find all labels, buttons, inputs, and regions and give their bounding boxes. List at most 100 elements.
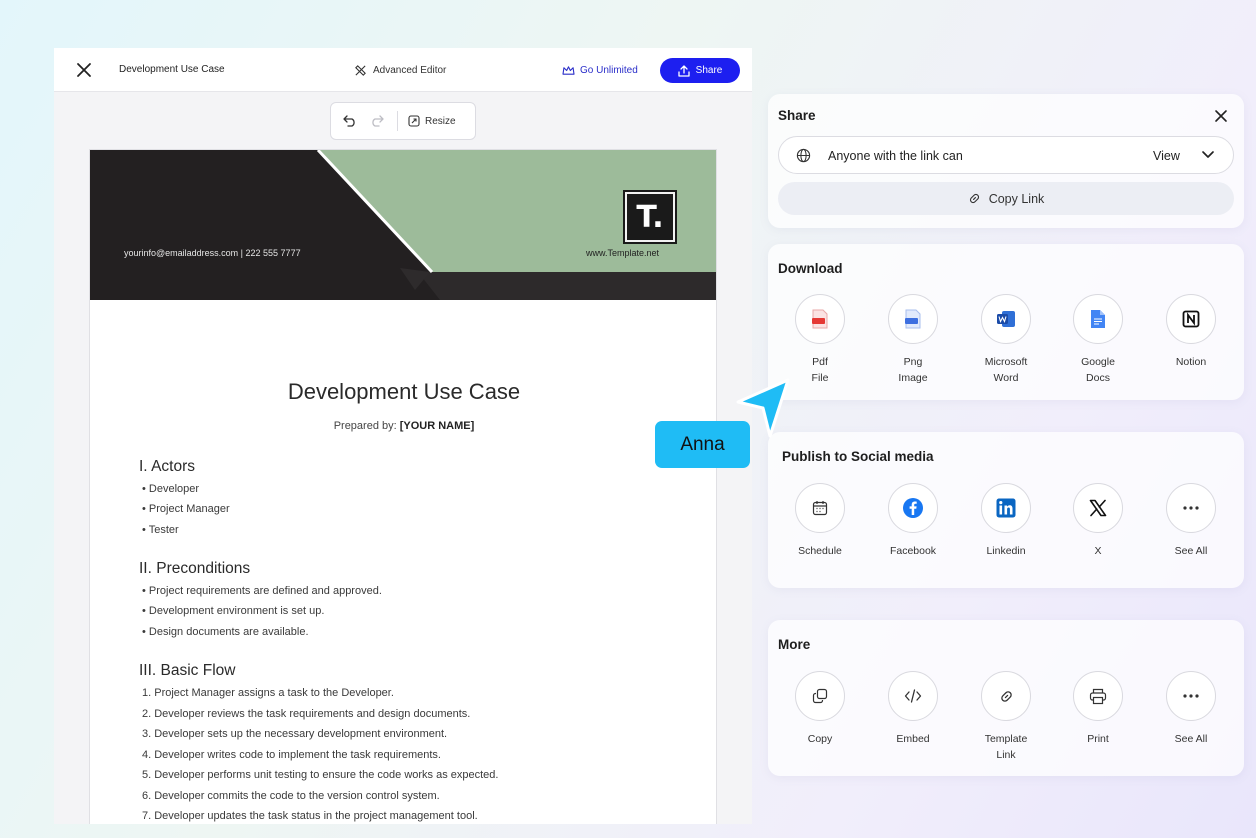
share-panel-title: Share: [778, 108, 816, 123]
print-button[interactable]: Print: [1068, 671, 1128, 747]
document-heading: Development Use Case: [287, 379, 521, 404]
option-label: Copy: [807, 733, 833, 745]
advanced-editor-button[interactable]: Advanced Editor: [354, 62, 446, 78]
list-item: 1. Project Manager assigns a task to the…: [142, 687, 394, 699]
more-panel: More Copy Embed Template Link Print See …: [768, 620, 1244, 776]
list-item: • Project Manager: [142, 503, 230, 515]
prepared-label: Prepared by:: [333, 420, 400, 432]
list-item: 7. Developer updates the task status in …: [142, 810, 478, 822]
section-title-basic-flow: III. Basic Flow: [139, 662, 236, 679]
more-panel-title: More: [778, 637, 811, 652]
copy-link-label: Copy Link: [988, 191, 1045, 206]
facebook-button[interactable]: Facebook: [883, 483, 943, 559]
link-access-value: View: [1153, 149, 1180, 163]
resize-label: Resize: [425, 115, 456, 127]
linkedin-button[interactable]: Linkedin: [976, 483, 1036, 559]
copy-button[interactable]: Copy: [790, 671, 850, 747]
download-pdf-button[interactable]: Pdf File: [790, 294, 850, 386]
option-label: See All: [1174, 733, 1208, 745]
notion-icon: [1182, 310, 1200, 328]
close-icon[interactable]: [1214, 109, 1228, 123]
option-label: Template Link: [984, 733, 1028, 761]
download-panel: Download PdfFile PngImage MicrosoftWo: [768, 244, 1244, 400]
more-icon: [1183, 506, 1199, 510]
redo-button[interactable]: [369, 103, 385, 139]
option-circle: [888, 294, 938, 344]
redo-icon: [372, 115, 384, 127]
link-icon: [969, 193, 979, 204]
option-circle: [981, 671, 1031, 721]
share-button[interactable]: Share: [660, 58, 740, 83]
option-label-line2: Word: [993, 372, 1019, 384]
template-link-button[interactable]: Template Link: [976, 671, 1036, 763]
upload-icon: [678, 64, 690, 77]
download-png-button[interactable]: Png Image: [883, 294, 943, 386]
link-icon: [1000, 690, 1012, 702]
globe-icon: [796, 148, 811, 163]
pdf-file-icon: [812, 309, 828, 329]
option-circle: [795, 294, 845, 344]
option-circle: [795, 671, 845, 721]
schedule-button[interactable]: Schedule: [790, 483, 850, 559]
document-title: Development Use Case: [119, 64, 225, 75]
printer-icon: [1089, 688, 1107, 704]
option-circle: [888, 483, 938, 533]
editor-window: Development Use Case Advanced Editor Go …: [54, 48, 752, 824]
code-icon: [904, 689, 922, 703]
option-label: Microsoft Word: [976, 354, 1036, 386]
option-label: Png Image: [883, 354, 943, 386]
option-label-line1: Google: [1081, 356, 1115, 368]
list-item: • Design documents are available.: [142, 626, 309, 638]
close-icon[interactable]: [74, 60, 94, 80]
calendar-icon: [812, 501, 828, 516]
list-item: 3. Developer sets up the necessary devel…: [142, 728, 448, 740]
list-item: 5. Developer performs unit testing to en…: [142, 769, 499, 781]
see-all-social-button[interactable]: See All: [1161, 483, 1221, 559]
option-label-line2: Image: [898, 372, 928, 384]
option-circle: [1073, 671, 1123, 721]
option-circle: [888, 671, 938, 721]
link-access-select[interactable]: Anyone with the link can View: [778, 136, 1234, 174]
copy-icon: [812, 688, 828, 704]
download-google-docs-button[interactable]: Google Docs: [1068, 294, 1128, 386]
download-panel-title: Download: [778, 261, 843, 276]
option-label: Notion: [1161, 354, 1221, 370]
see-all-more-button[interactable]: See All: [1161, 671, 1221, 747]
resize-button[interactable]: Resize: [408, 115, 456, 127]
list-item: • Tester: [142, 524, 179, 536]
more-icon: [1183, 694, 1199, 698]
x-icon: [1089, 499, 1107, 517]
undo-button[interactable]: [331, 103, 369, 139]
list-item: 2. Developer reviews the task requiremen…: [142, 708, 471, 720]
toolbar-divider: [397, 111, 398, 131]
option-label: Facebook: [889, 545, 937, 557]
document-page[interactable]: yourinfo@emailaddress.com | 222 555 7777…: [89, 149, 717, 824]
document-banner: [90, 150, 716, 300]
x-button[interactable]: X: [1068, 483, 1128, 559]
copy-link-button[interactable]: Copy Link: [778, 182, 1234, 215]
option-label: Pdf File: [790, 354, 850, 386]
png-image-icon: [905, 309, 921, 329]
banner-website: www.Template.net: [586, 248, 660, 258]
tools-icon: [355, 64, 366, 76]
go-unlimited-button[interactable]: Go Unlimited: [562, 62, 638, 78]
option-label-line1: Pdf: [812, 356, 828, 368]
google-docs-icon: [1091, 310, 1105, 328]
download-notion-button[interactable]: Notion: [1161, 294, 1221, 370]
facebook-icon: [903, 498, 923, 518]
option-label: Print: [1087, 733, 1109, 745]
advanced-editor-label: Advanced Editor: [373, 64, 447, 76]
option-label-line2: Docs: [1086, 372, 1110, 384]
section-title-actors: I. Actors: [139, 458, 195, 475]
microsoft-word-icon: [997, 311, 1015, 327]
download-word-button[interactable]: Microsoft Word: [976, 294, 1036, 386]
option-circle: [1073, 294, 1123, 344]
option-circle: [1073, 483, 1123, 533]
list-item: 6. Developer commits the code to the ver…: [142, 790, 440, 802]
linkedin-icon: [996, 498, 1016, 518]
option-label-line1: Notion: [1175, 356, 1207, 368]
list-item: • Developer: [142, 483, 200, 495]
list-item: 4. Developer writes code to implement th…: [142, 749, 441, 761]
prepared-value: [YOUR NAME]: [399, 420, 475, 432]
embed-button[interactable]: Embed: [883, 671, 943, 747]
